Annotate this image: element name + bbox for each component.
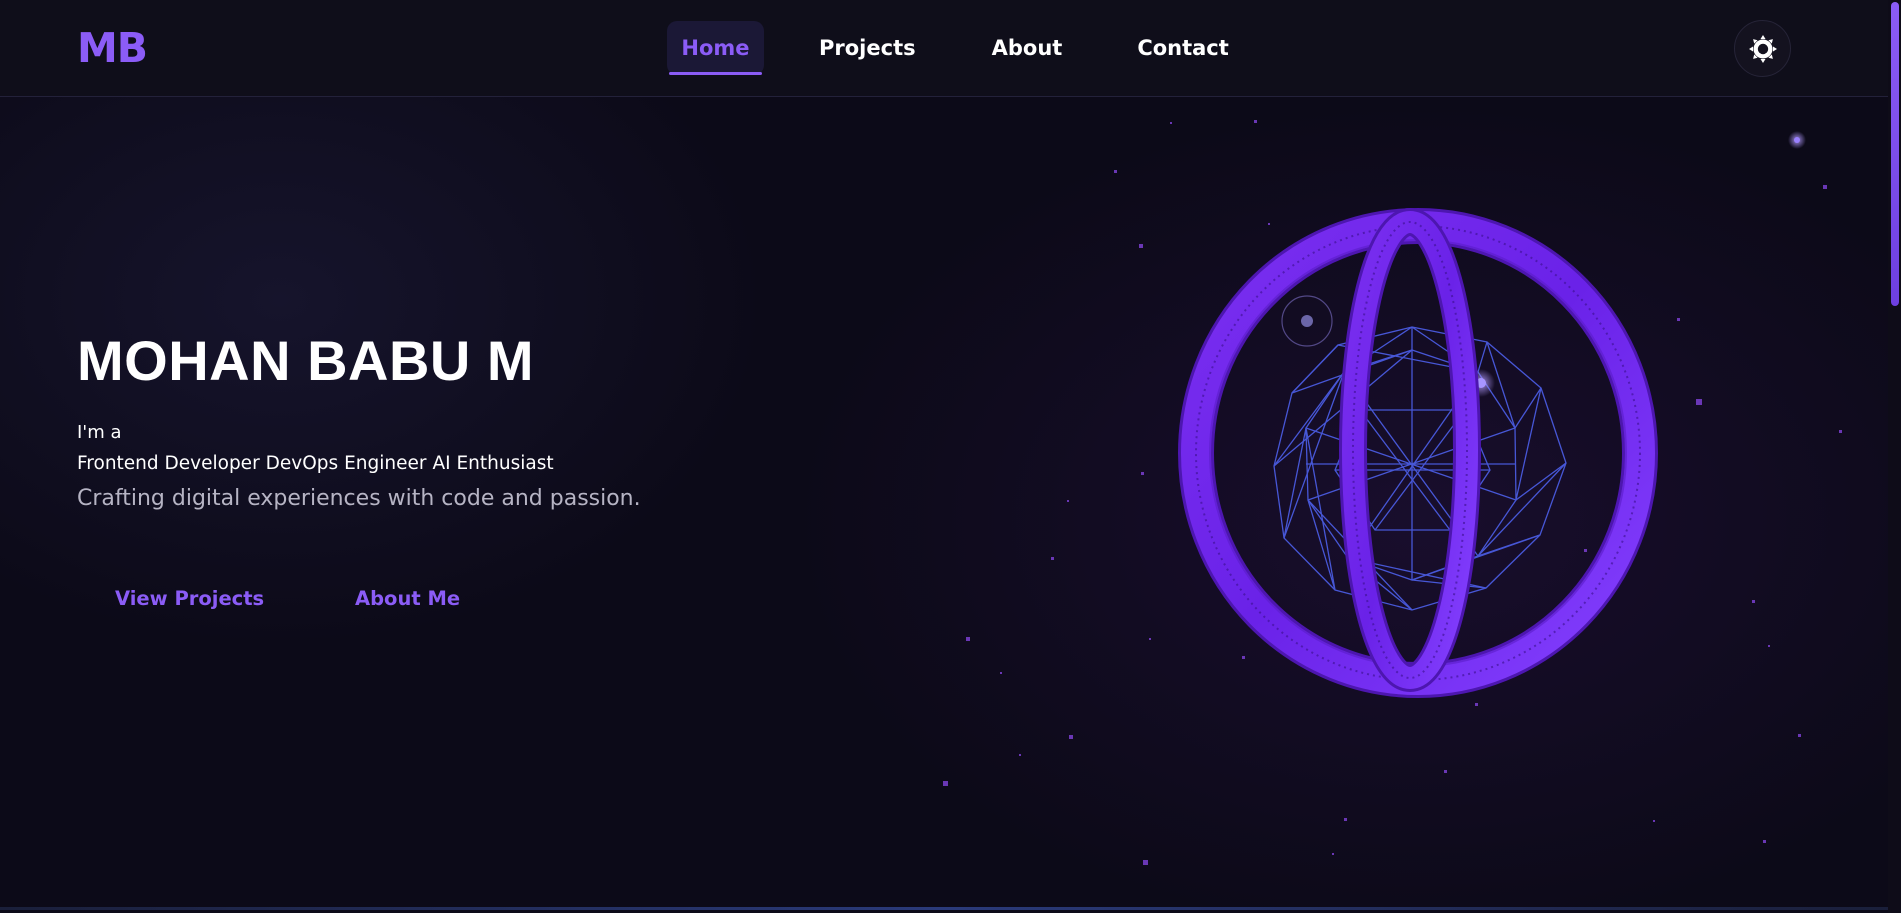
theme-toggle-button[interactable]	[1734, 20, 1791, 77]
hero-tagline: Crafting digital experiences with code a…	[77, 486, 641, 511]
site-header: MB Home Projects About Contact	[0, 0, 1888, 97]
logo[interactable]: MB	[77, 24, 148, 72]
role-devops: DevOps Engineer	[265, 453, 427, 474]
role-ai: AI Enthusiast	[432, 453, 554, 474]
torus-vertical	[1339, 208, 1481, 692]
glow-dot	[1788, 131, 1806, 149]
nav-item-contact[interactable]: Contact	[1137, 21, 1229, 75]
page: MB Home Projects About Contact MOHAN BAB…	[0, 0, 1901, 913]
torus-ring	[1178, 208, 1658, 698]
about-me-button[interactable]: About Me	[355, 587, 460, 621]
sun-gear-icon	[1748, 34, 1777, 63]
wireframe-sphere	[1273, 326, 1567, 611]
section-divider	[0, 907, 1888, 910]
hero-intro: I'm a	[77, 422, 122, 443]
nav-item-about[interactable]: About	[992, 21, 1063, 75]
role-frontend: Frontend Developer	[77, 453, 260, 474]
nav-item-home[interactable]: Home	[667, 21, 764, 75]
particles	[943, 120, 1842, 865]
view-projects-button[interactable]: View Projects	[115, 587, 264, 621]
hero-name: MOHAN BABU M	[77, 329, 535, 392]
nav-item-projects[interactable]: Projects	[819, 21, 916, 75]
main-nav: Home Projects About Contact	[667, 20, 1229, 76]
hero-roles: Frontend Developer DevOps Engineer AI En…	[77, 453, 554, 474]
scrollbar-thumb[interactable]	[1891, 2, 1899, 306]
